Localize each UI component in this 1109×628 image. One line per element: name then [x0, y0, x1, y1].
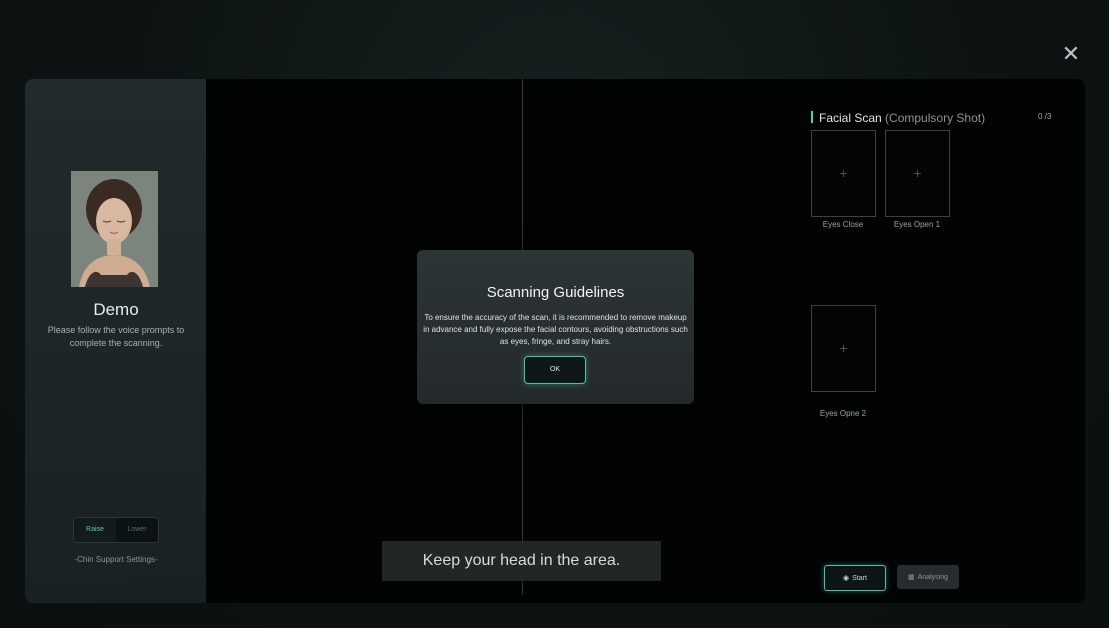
demo-portrait-image: [71, 171, 158, 287]
title-accent-bar: [811, 111, 813, 123]
slot-label: Eyes Close: [822, 220, 864, 229]
scan-subtitle: (Compulsory Shot): [885, 111, 986, 125]
close-button[interactable]: ✕: [1060, 43, 1082, 65]
scan-title-text: Facial Scan: [819, 111, 882, 125]
sidebar: Demo Please follow the voice prompts to …: [25, 79, 207, 603]
start-button[interactable]: ◉ Start: [824, 565, 886, 591]
camera-icon: ◉: [843, 575, 850, 582]
dialog-title: Scanning Guidelines: [486, 284, 625, 301]
scanning-guidelines-dialog: Scanning Guidelines To ensure the accura…: [417, 250, 694, 404]
slot-label: Eyes Open 1: [893, 220, 941, 229]
plus-icon: +: [839, 165, 848, 181]
app-window: ✕ Demo Please follow the voice prompts t…: [0, 0, 1109, 628]
slot-eyes-open-1[interactable]: +: [885, 130, 950, 217]
chin-support-toggle: Raise Lower: [73, 517, 159, 543]
chin-raise-option[interactable]: Raise: [74, 518, 116, 542]
close-icon: ✕: [1061, 41, 1081, 66]
dialog-body: To ensure the accuracy of the scan, it i…: [423, 313, 688, 346]
slot-eyes-close[interactable]: +: [811, 130, 876, 217]
scan-panel-title: Facial Scan (Compulsory Shot): [811, 111, 985, 125]
demo-name: Demo: [93, 300, 139, 319]
plus-icon: +: [839, 340, 848, 356]
start-label: Start: [852, 574, 867, 582]
slot-label: Eyes Opne 2: [819, 409, 867, 418]
analysing-label: Analysing: [917, 573, 948, 581]
demo-description: Please follow the voice prompts to compl…: [47, 325, 185, 348]
position-hint: Keep your head in the area.: [382, 541, 661, 581]
plus-icon: +: [913, 165, 922, 181]
chin-lower-option[interactable]: Lower: [116, 518, 158, 542]
chart-icon: ▦: [908, 574, 915, 581]
ok-button[interactable]: OK: [524, 356, 586, 384]
slot-eyes-open-2[interactable]: +: [811, 305, 876, 392]
chin-support-label: -Chin Support Settings-: [74, 555, 158, 564]
analysing-button[interactable]: ▦ Analysing: [897, 565, 959, 589]
scan-count: 0 /3: [1038, 112, 1052, 121]
